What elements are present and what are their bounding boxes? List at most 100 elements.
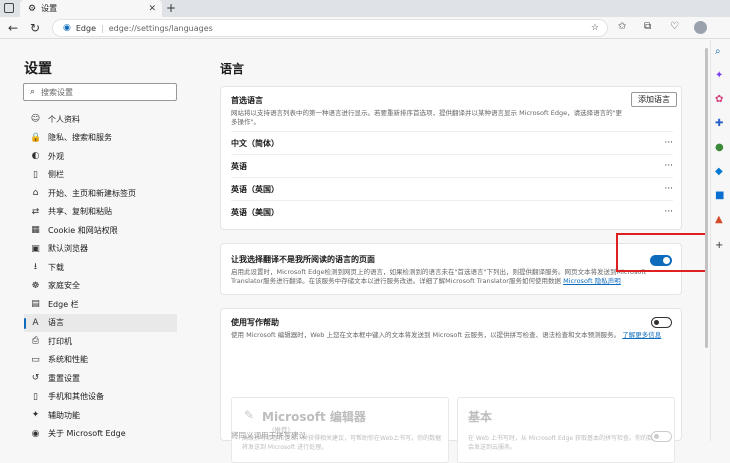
sidebar-item-label: 辅助功能 (48, 410, 80, 420)
preferred-languages-description: 网站将以支持语言列表中的第一种语言进行显示。若要重新排序首选项，提供翻译并以某种… (231, 109, 623, 126)
more-actions-icon[interactable]: ··· (664, 138, 673, 148)
favorite-star-icon[interactable]: ☆ (591, 23, 599, 33)
share-icon: ⇄ (31, 206, 40, 217)
sidebar-item-label: 默认浏览器 (48, 244, 88, 254)
add-language-button[interactable]: 添加语言 (631, 92, 677, 107)
sidebar-item-15[interactable]: ▯ 手机和其他设备 (24, 388, 177, 407)
settings-menu: ☺ 个人资料 🔒 隐私、搜索和服务 ◐ 外观 ▯ 侧栏 ⌂ 开始、主页和新建标签页 ⇄ 共享、复制和粘… (24, 110, 177, 443)
edge-logo-icon: ◉ (63, 23, 71, 33)
language-row: 英语（美国） ··· (231, 200, 673, 223)
sidebar-item-label: 语言 (48, 318, 64, 328)
option-microsoft-editor[interactable]: ✎ Microsoft 编辑器 (推荐) 高级拼写检查和语法，并获得相关建议，可… (231, 397, 449, 463)
writing-description: 使用 Microsoft 编辑器时，Web 上您在文本框中键入的文本将发送到 M… (231, 331, 671, 349)
learn-more-link[interactable]: 了解更多信息 (622, 331, 661, 339)
scrollbar-thumb[interactable] (705, 48, 708, 348)
sidebar-item-16[interactable]: ✦ 辅助功能 (24, 406, 177, 425)
home-icon: ⌂ (32, 188, 39, 198)
sidebar-item-label: 共享、复制和粘贴 (48, 207, 112, 217)
sidebar-item-9[interactable]: ☸ 家庭安全 (24, 277, 177, 296)
office-rail-icon[interactable]: ◆ (715, 166, 723, 178)
sidebar-item-label: 下载 (48, 262, 64, 272)
privacy-statement-link[interactable]: Microsoft 隐私声明 (563, 277, 621, 285)
sidebar-item-11[interactable]: A 语言 (24, 313, 177, 332)
tools-rail-icon[interactable]: ✚ (715, 118, 723, 130)
sidebar-item-2[interactable]: ◐ 外观 (24, 147, 177, 166)
lock-icon: 🔒 (30, 132, 42, 143)
language-name: 英语（英国） (231, 184, 279, 194)
main-scrollbar[interactable] (704, 40, 709, 441)
settings-sidebar: 设置 ⌕ 搜索设置 ☺ 个人资料 🔒 隐私、搜索和服务 ◐ 外观 ▯ 侧栏 ⌂ 开始、主页和新建标… (0, 40, 192, 441)
accessibility-icon: ✦ (31, 410, 40, 420)
browser-essentials-icon[interactable]: ♡ (670, 21, 679, 32)
back-icon[interactable]: ← (8, 18, 18, 38)
search-rail-icon[interactable]: ⌕ (715, 46, 721, 58)
sidebar-item-label: 个人资料 (48, 114, 80, 124)
sidebar-item-label: 隐私、搜索和服务 (48, 133, 112, 143)
games-rail-icon[interactable]: ● (715, 142, 724, 154)
outlook-rail-icon[interactable]: ■ (715, 190, 724, 202)
sidebar-icon: ▯ (33, 169, 38, 180)
sidebar-item-13[interactable]: ▭ 系统和性能 (24, 351, 177, 370)
writing-assistance-card: 使用写作帮助 使用 Microsoft 编辑器时，Web 上您在文本框中键入的文… (220, 308, 682, 463)
sidebar-item-label: 侧栏 (48, 170, 64, 180)
option-basic[interactable]: 基本 在 Web 上书写时，从 Microsoft Edge 获取基本的拼写检查… (457, 397, 675, 463)
download-icon: ⭳ (33, 262, 38, 272)
sidebar-item-5[interactable]: ⇄ 共享、复制和粘贴 (24, 203, 177, 222)
synonyms-heading: 将同义词用于拼写建议 (231, 431, 306, 440)
sidebar-item-17[interactable]: ◉ 关于 Microsoft Edge (24, 425, 177, 444)
new-tab-button[interactable]: + (166, 0, 176, 16)
profile-avatar[interactable] (694, 21, 707, 34)
sidebar-item-label: 家庭安全 (48, 281, 80, 291)
close-tab-icon[interactable]: ✕ (148, 4, 156, 14)
edge-brand-label: Edge (75, 23, 96, 33)
language-name: 英语（美国） (231, 207, 279, 217)
basic-option-title: 基本 (468, 410, 493, 424)
sidebar-item-label: 手机和其他设备 (48, 392, 104, 402)
sidebar-item-14[interactable]: ↺ 重置设置 (24, 369, 177, 388)
address-bar[interactable]: ◉ Edge | edge://settings/languages ☆ (52, 19, 608, 37)
browser-toolbar: ← ↻ ◉ Edge | edge://settings/languages ☆… (0, 17, 730, 39)
sidebar-item-12[interactable]: ⎙ 打印机 (24, 332, 177, 351)
sidebar-item-3[interactable]: ▯ 侧栏 (24, 166, 177, 185)
sidebar-item-6[interactable]: ▦ Cookie 和网站权限 (24, 221, 177, 240)
sidebar-item-10[interactable]: ▤ Edge 栏 (24, 295, 177, 314)
copilot-rail-icon[interactable]: ✦ (715, 70, 723, 82)
browser-tab[interactable]: ⚙ 设置 ✕ (20, 0, 162, 17)
shopping-rail-icon[interactable]: ✿ (715, 94, 723, 106)
writing-toggle[interactable] (651, 317, 672, 328)
browser-icon: ▣ (31, 243, 40, 254)
more-actions-icon[interactable]: ··· (664, 161, 673, 171)
synonyms-toggle[interactable] (651, 431, 672, 442)
sidebar-item-1[interactable]: 🔒 隐私、搜索和服务 (24, 129, 177, 148)
writing-description-text: 使用 Microsoft 编辑器时，Web 上您在文本框中键入的文本将发送到 M… (231, 331, 621, 339)
search-placeholder: 搜索设置 (41, 87, 74, 97)
language-name: 英语 (231, 161, 247, 171)
sidebar-item-label: 重置设置 (48, 373, 80, 383)
writing-heading: 使用写作帮助 (231, 318, 279, 327)
family-icon: ☸ (31, 280, 40, 291)
sidebar-item-0[interactable]: ☺ 个人资料 (24, 110, 177, 129)
edge-icon: ◉ (31, 428, 40, 439)
collections-icon[interactable]: ⧉ (644, 21, 651, 32)
favorites-icon[interactable]: ✩ (618, 21, 626, 32)
printer-icon: ⎙ (31, 336, 40, 346)
preferred-languages-card: 首选语言 添加语言 网站将以支持语言列表中的第一种语言进行显示。若要重新排序首选… (220, 86, 682, 230)
more-actions-icon[interactable]: ··· (664, 184, 673, 194)
drop-rail-icon[interactable]: ▲ (715, 214, 723, 226)
sidebar-item-8[interactable]: ⭳ 下载 (24, 258, 177, 277)
gear-icon: ⚙ (28, 3, 37, 14)
sidebar-item-label: 开始、主页和新建标签页 (48, 188, 136, 198)
sidebar-item-4[interactable]: ⌂ 开始、主页和新建标签页 (24, 184, 177, 203)
sidebar-item-7[interactable]: ▣ 默认浏览器 (24, 240, 177, 259)
settings-title: 设置 (24, 61, 52, 77)
refresh-icon[interactable]: ↻ (30, 18, 40, 38)
page-title: 语言 (220, 62, 245, 76)
settings-search-input[interactable]: ⌕ 搜索设置 (23, 83, 177, 101)
language-icon: A (32, 317, 39, 328)
add-rail-icon[interactable]: + (715, 240, 723, 252)
workspaces-icon[interactable] (4, 3, 14, 13)
address-url[interactable]: edge://settings/languages (109, 24, 213, 33)
preferred-languages-heading: 首选语言 (231, 96, 263, 105)
edge-sidebar-rail: ⌕ ✦ ✿ ✚ ● ◆ ■ ▲ + (710, 40, 730, 441)
more-actions-icon[interactable]: ··· (664, 207, 673, 217)
